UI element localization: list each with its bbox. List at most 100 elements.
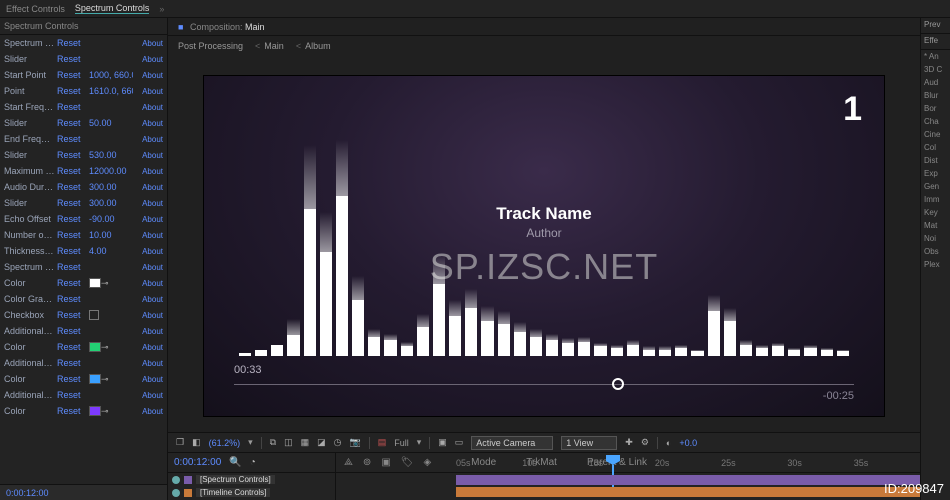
about-link[interactable]: About [135,119,163,128]
about-link[interactable]: About [135,71,163,80]
property-value[interactable]: 530.00 [89,150,133,160]
about-link[interactable]: About [135,263,163,272]
mask-icon[interactable]: ❐ [176,437,184,448]
reset-link[interactable]: Reset [57,182,87,192]
preview-header[interactable]: Prev [921,18,950,34]
share-icon[interactable]: ✚ [625,437,633,448]
about-link[interactable]: About [135,55,163,64]
guides-icon[interactable]: ▦ [301,437,310,448]
about-link[interactable]: About [135,407,163,416]
effects-category[interactable]: Noi [921,232,950,245]
visibility-icon[interactable] [172,476,180,484]
about-link[interactable]: About [135,247,163,256]
color-swatch[interactable] [89,406,101,416]
tag-icon[interactable]: 🏷 [401,457,414,468]
draft3d-icon[interactable]: ▣ [438,437,447,448]
effects-category[interactable]: Imm [921,193,950,206]
effects-category[interactable]: * An [921,50,950,63]
property-value[interactable]: ⊸ [89,342,133,353]
layer-name[interactable]: [Timeline Controls] [196,488,270,497]
transparency-icon[interactable]: ▤ [378,437,387,448]
marker-icon[interactable]: ◈ [423,457,431,468]
effects-category[interactable]: Dist [921,154,950,167]
reset-link[interactable]: Reset [57,150,87,160]
reset-link[interactable]: Reset [57,70,87,80]
motionblur-icon[interactable]: ⊚ [363,457,371,468]
reset-link[interactable]: Reset [57,358,87,368]
effects-category[interactable]: Aud [921,76,950,89]
about-link[interactable]: About [135,359,163,368]
layer-bar[interactable] [456,487,920,497]
reset-link[interactable]: Reset [57,406,87,416]
reset-link[interactable]: Reset [57,118,87,128]
color-swatch[interactable] [89,374,101,384]
effects-category[interactable]: Key [921,206,950,219]
effects-category[interactable]: Obs [921,245,950,258]
effects-header[interactable]: Effe [921,34,950,50]
dropdown-icon[interactable]: ▾ [417,437,422,448]
effects-category[interactable]: 3D C [921,63,950,76]
reset-link[interactable]: Reset [57,262,87,272]
composition-viewer[interactable]: 1 Track Name Author SP.IZSC.NET 00:33 -0… [204,76,884,416]
reset-link[interactable]: Reset [57,166,87,176]
effects-category[interactable]: Cine [921,128,950,141]
effects-category[interactable]: Mat [921,219,950,232]
color-swatch[interactable] [89,278,101,288]
layer-color-swatch[interactable] [184,476,192,484]
reset-link[interactable]: Reset [57,86,87,96]
reset-link[interactable]: Reset [57,342,87,352]
about-link[interactable]: About [135,375,163,384]
effects-category[interactable]: Cha [921,115,950,128]
reset-link[interactable]: Reset [57,134,87,144]
property-value[interactable] [89,310,133,321]
about-link[interactable]: About [135,183,163,192]
about-link[interactable]: About [135,343,163,352]
viewmode-icon[interactable]: ▭ [455,437,464,448]
eyedropper-icon[interactable]: ⊸ [101,278,113,289]
property-value[interactable]: 10.00 [89,230,133,240]
camera-icon[interactable]: 📷 [349,437,360,448]
views-select[interactable] [561,436,617,450]
property-value[interactable]: 300.00 [89,182,133,192]
reset-link[interactable]: Reset [57,246,87,256]
about-link[interactable]: About [135,103,163,112]
search-icon[interactable]: 🔍 [229,457,241,468]
effects-category[interactable]: Blur [921,89,950,102]
effects-category[interactable]: Col [921,141,950,154]
property-value[interactable]: 4.00 [89,246,133,256]
reset-link[interactable]: Reset [57,38,87,48]
about-link[interactable]: About [135,311,163,320]
clock-icon[interactable]: ◷ [334,437,342,448]
property-value[interactable]: -90.00 [89,214,133,224]
property-value[interactable]: ⊸ [89,278,133,289]
about-link[interactable]: About [135,167,163,176]
exposure-reset-icon[interactable]: ◐ [666,438,671,448]
active-camera-select[interactable] [471,436,553,450]
layer-bar[interactable] [456,475,920,485]
about-link[interactable]: About [135,231,163,240]
about-link[interactable]: About [135,39,163,48]
visibility-icon[interactable] [172,489,180,497]
effects-category[interactable]: Plex [921,258,950,271]
breadcrumb-item[interactable]: <Album [296,41,331,51]
about-link[interactable]: About [135,151,163,160]
about-link[interactable]: About [135,295,163,304]
color-swatch[interactable] [89,342,101,352]
tab-effect-controls[interactable]: Effect Controls [6,4,65,14]
left-timecode[interactable]: 0:00:12:00 [0,484,167,500]
layer-row[interactable]: [Spectrum Controls] [168,473,335,486]
timeline-timecode[interactable]: 0:00:12:00 [174,457,221,468]
reset-link[interactable]: Reset [57,230,87,240]
playhead-knob[interactable] [612,378,624,390]
reset-link[interactable]: Reset [57,294,87,304]
frame-back-icon[interactable]: ⧉ [270,437,276,448]
zoom-dropdown-icon[interactable]: ▾ [248,437,253,448]
layer-name[interactable]: [Spectrum Controls] [196,475,275,484]
composition-name[interactable]: Main [245,22,265,32]
zoom-level[interactable]: (61.2%) [209,438,241,448]
about-link[interactable]: About [135,391,163,400]
property-value[interactable]: 50.00 [89,118,133,128]
reset-link[interactable]: Reset [57,278,87,288]
layer-row[interactable]: [Timeline Controls] [168,486,335,499]
property-value[interactable]: 1000, 660.0 [89,70,133,80]
